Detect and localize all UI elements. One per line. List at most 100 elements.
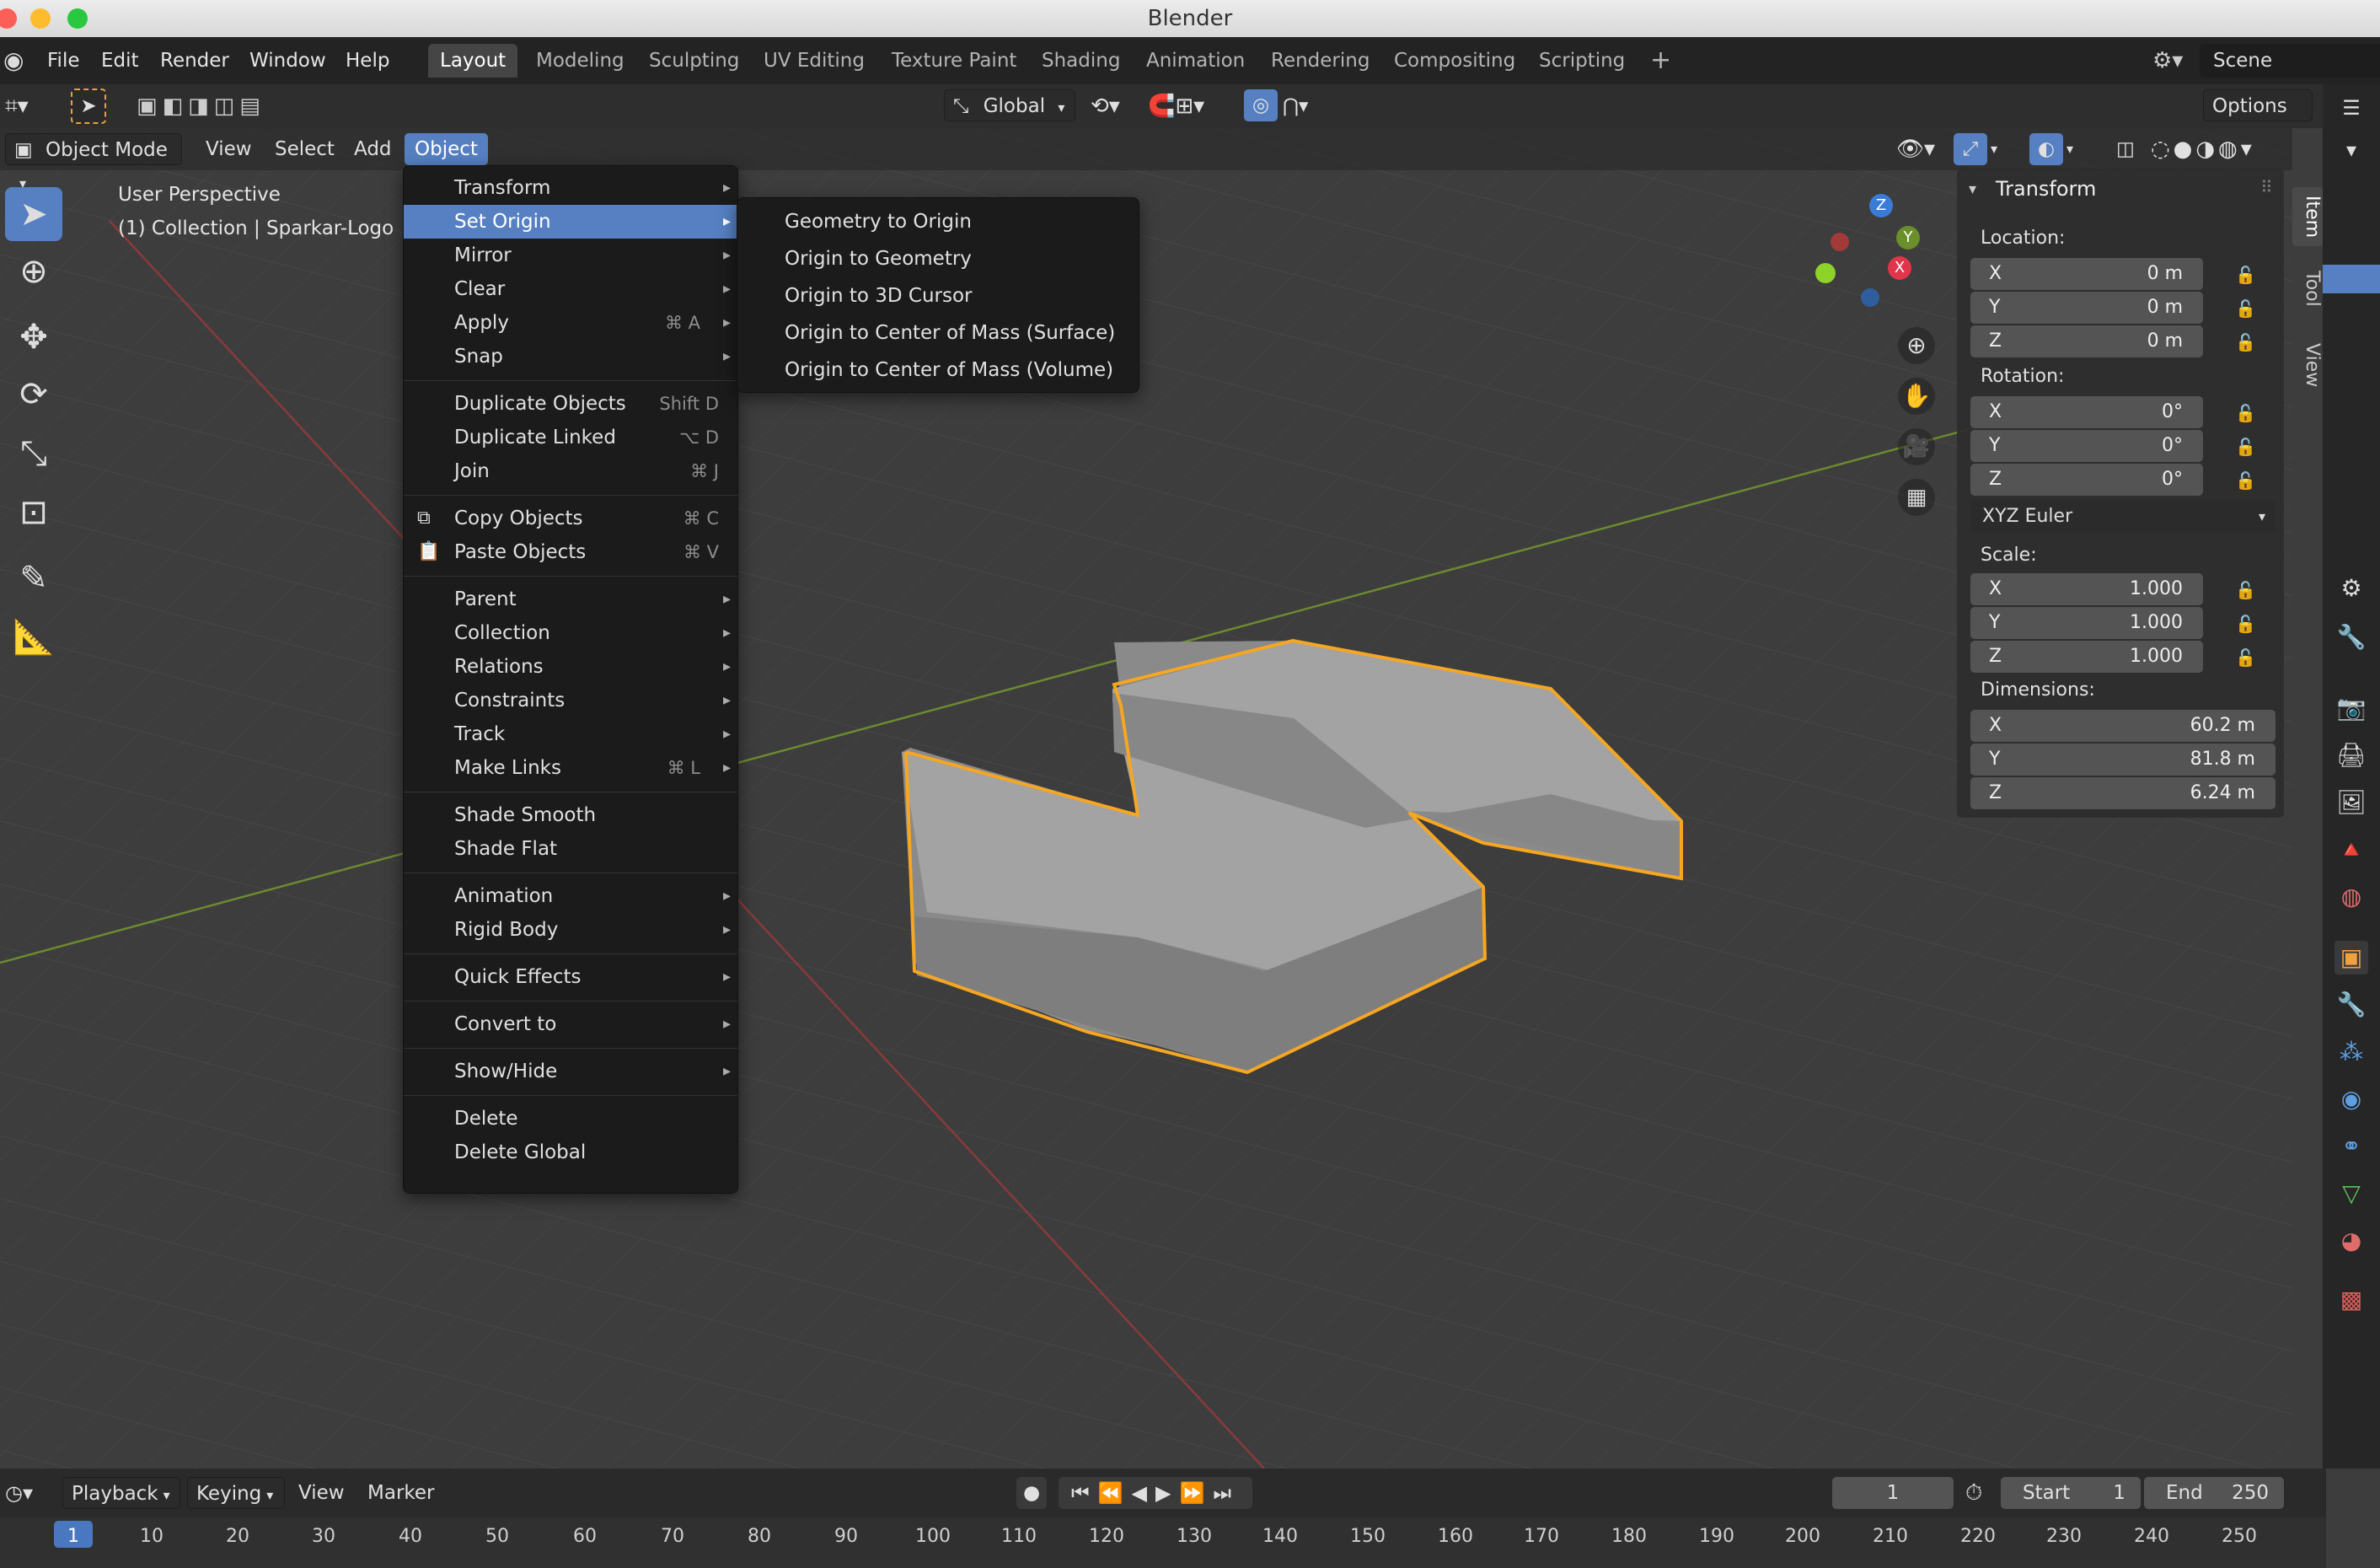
view-layer-icon[interactable]: 🖼 [2334,786,2368,819]
cursor-tool-icon[interactable]: ⊕ [5,244,62,298]
gizmo-z-axis[interactable]: Z [1869,194,1893,217]
move-tool-icon[interactable]: ✥ [5,310,62,364]
tool-properties-icon[interactable]: ⚙ [2334,572,2368,605]
start-frame-field[interactable]: Start 1 [2001,1477,2141,1509]
camera-view-icon[interactable]: 🎥 [1898,428,1935,465]
output-properties-icon[interactable]: 🖨 [2334,738,2368,772]
lock-icon[interactable]: 🔓 [2235,403,2259,423]
playback-controls-icons[interactable]: ⏮⏪◀▶⏩⏭ [1059,1477,1252,1509]
location-x-field[interactable]: X 0 m [1970,258,2203,290]
menu-item-parent[interactable]: Parent ▸ [404,583,737,616]
menu-item-shade-flat[interactable]: Shade Flat [404,832,737,866]
menu-item-mirror[interactable]: Mirror ▸ [404,239,737,272]
scale-x-field[interactable]: X 1.000 [1970,573,2203,605]
tab-tool[interactable]: Tool [2292,263,2323,314]
active-outliner-row[interactable] [2323,265,2380,293]
filter-icon[interactable]: ▾ [2334,133,2368,167]
view-menu[interactable]: View [206,133,252,165]
chevron-down-icon[interactable]: ▾ [1991,133,2011,165]
lock-icon[interactable]: 🔓 [2235,580,2259,600]
navigation-gizmo[interactable]: Z Y X [1810,189,1928,307]
toggle-perspective-icon[interactable]: ▦ [1898,479,1935,516]
timeline-marker-menu[interactable]: Marker [367,1477,435,1509]
select-menu[interactable]: Select [275,133,335,165]
lock-icon[interactable]: 🔓 [2235,265,2259,285]
menu-item-snap[interactable]: Snap ▸ [404,340,737,373]
dimensions-z-field[interactable]: Z 6.24 m [1970,777,2275,809]
tab-animation[interactable]: Animation [1134,44,1257,78]
pivot-point-icon[interactable]: ⟲▾ [1091,90,1141,122]
tab-texture-paint[interactable]: Texture Paint [880,44,1028,78]
menu-item-join[interactable]: Join ⌘ J [404,454,737,488]
menu-item-paste-objects[interactable]: 📋 Paste Objects ⌘ V [404,535,737,569]
keying-dropdown[interactable]: Keying ▾ [187,1477,285,1509]
menu-item-quick-effects[interactable]: Quick Effects ▸ [404,960,737,994]
menu-help[interactable]: Help [346,37,389,84]
transform-orientation-dropdown[interactable]: ⤡ Global ▾ [944,89,1075,121]
physics-properties-icon[interactable]: ◉ [2334,1082,2368,1116]
visibility-icon[interactable]: 👁▾ [1896,133,1947,165]
add-menu[interactable]: Add [354,133,392,165]
menu-item-constraints[interactable]: Constraints ▸ [404,684,737,717]
proportional-editing-icon[interactable]: ◎ [1244,89,1278,121]
modifier-properties-icon[interactable]: 🔧 [2334,988,2368,1022]
timeline-editor-icon[interactable]: ◷▾ [5,1477,52,1509]
gizmo-toggle-icon[interactable]: ⤢ [1954,133,1987,165]
scene-selector-icon[interactable]: ⚙▾ [2152,46,2186,76]
menu-item-make-links[interactable]: Make Links ⌘ L ▸ [404,751,737,785]
data-properties-icon[interactable]: ▽ [2334,1177,2368,1211]
lock-icon[interactable]: 🔓 [2235,614,2259,634]
rotate-tool-icon[interactable]: ⟳ [5,368,62,422]
selection-mode-icons[interactable]: ▣◧◨◫▤ [137,90,297,122]
material-properties-icon[interactable]: ◕ [2334,1224,2368,1258]
editor-type-icon[interactable]: ⌗▾ [5,90,54,122]
location-z-field[interactable]: Z 0 m [1970,325,2203,357]
menu-item-delete-global[interactable]: Delete Global [404,1136,737,1169]
menu-item-track[interactable]: Track ▸ [404,717,737,751]
current-frame-field[interactable]: 1 [1832,1477,1954,1509]
scene-name-field[interactable]: Scene [2200,44,2380,78]
menu-item-animation[interactable]: Animation ▸ [404,879,737,913]
blender-logo-icon[interactable]: ◉ [3,47,30,74]
measure-tool-icon[interactable]: 📐 [5,610,62,664]
scene-properties-icon[interactable]: 🔺 [2334,833,2368,867]
gizmo-neg-y[interactable] [1815,263,1836,283]
rotation-z-field[interactable]: Z 0° [1970,464,2203,496]
lock-icon[interactable]: 🔓 [2235,437,2259,457]
scale-y-field[interactable]: Y 1.000 [1970,607,2203,639]
menu-item-origin-to-center-of-mass-volume[interactable]: Origin to Center of Mass (Volume) [737,352,1139,389]
menu-item-rigid-body[interactable]: Rigid Body ▸ [404,913,737,947]
dimensions-x-field[interactable]: X 60.2 m [1970,710,2275,742]
timeline-view-menu[interactable]: View [298,1477,345,1509]
end-frame-field[interactable]: End 250 [2144,1477,2284,1509]
tab-rendering[interactable]: Rendering [1259,44,1381,78]
rotation-x-field[interactable]: X 0° [1970,396,2203,428]
menu-window[interactable]: Window [249,37,326,84]
tab-scripting[interactable]: Scripting [1527,44,1637,78]
outliner-icon[interactable]: ☰ [2334,91,2368,125]
location-y-field[interactable]: Y 0 m [1970,292,2203,324]
menu-item-copy-objects[interactable]: ⧉ Copy Objects ⌘ C [404,502,737,535]
texture-properties-icon[interactable]: ▩ [2334,1283,2368,1317]
select-box-tool-icon[interactable]: ➤ [71,89,106,124]
select-tool-icon[interactable]: ➤ [5,187,62,241]
render-properties-icon[interactable]: 📷 [2334,691,2368,725]
tab-uv-editing[interactable]: UV Editing [752,44,876,78]
lock-icon[interactable]: 🔓 [2235,647,2259,668]
menu-edit[interactable]: Edit [101,37,139,84]
record-icon[interactable]: ● [1016,1477,1047,1509]
lock-icon[interactable]: 🔓 [2235,470,2259,491]
scale-z-field[interactable]: Z 1.000 [1970,641,2203,673]
options-dropdown[interactable]: Options ▾ [2203,89,2313,148]
menu-item-relations[interactable]: Relations ▸ [404,650,737,684]
shading-mode-icons[interactable]: ◌●◑◍▾ [2151,133,2302,165]
menu-item-delete[interactable]: Delete [404,1102,737,1136]
world-properties-icon[interactable]: ◍ [2334,880,2368,914]
menu-item-collection[interactable]: Collection ▸ [404,616,737,650]
collapse-arrow-icon[interactable]: ▾ [1969,180,1976,198]
drag-handle-icon[interactable]: ⠿ [2260,177,2273,197]
gizmo-y-axis[interactable]: Y [1896,226,1920,250]
object-mode-dropdown[interactable]: ▣ Object Mode ▾ [5,133,182,191]
preview-range-icon[interactable]: ⏱ [1965,1477,1996,1509]
xray-toggle-icon[interactable]: ◫ [2110,133,2141,165]
